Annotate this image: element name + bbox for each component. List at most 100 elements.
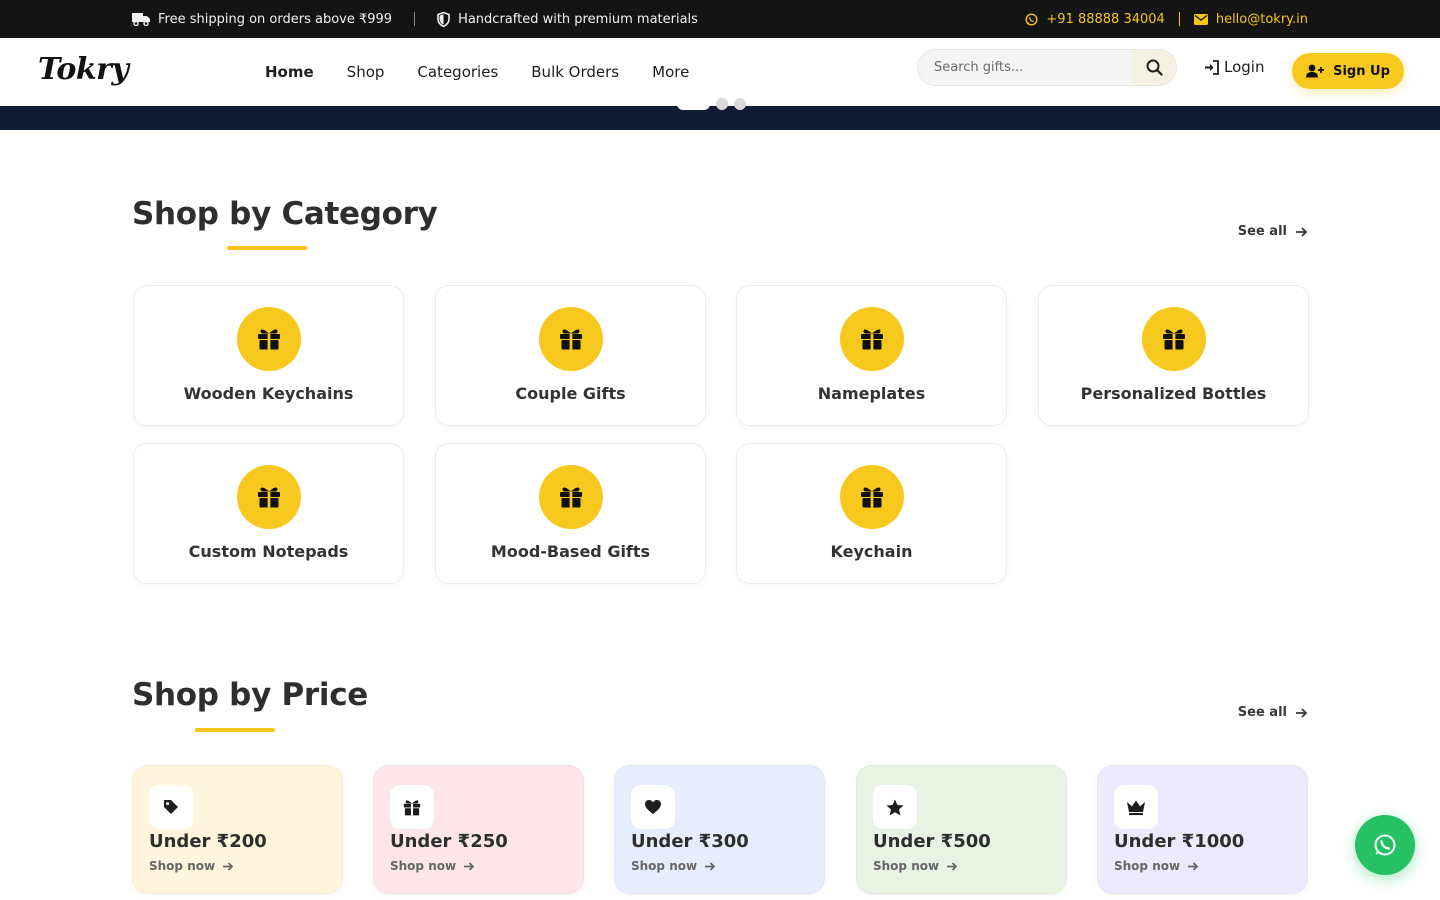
category-card-personalized-bottles[interactable]: Personalized Bottles bbox=[1038, 285, 1309, 426]
category-label: Keychain bbox=[830, 542, 913, 561]
price-card-under-1000[interactable]: Under ₹1000 Shop now bbox=[1097, 765, 1308, 894]
carousel-dots bbox=[677, 98, 746, 110]
category-label: Personalized Bottles bbox=[1080, 384, 1267, 403]
email-link[interactable]: hello@tokry.in bbox=[1193, 11, 1308, 27]
price-label: Under ₹300 bbox=[631, 831, 749, 852]
search-icon bbox=[1146, 59, 1163, 76]
shop-now-label: Shop now bbox=[149, 859, 216, 873]
category-label: Mood-Based Gifts bbox=[490, 542, 651, 561]
shipping-text: Free shipping on orders above ₹999 bbox=[158, 11, 393, 27]
divider bbox=[1178, 12, 1180, 26]
top-announcement-bar: Free shipping on orders above ₹999 Handc… bbox=[0, 0, 1440, 38]
category-card-wooden-keychains[interactable]: Wooden Keychains bbox=[133, 285, 404, 426]
shop-now-label: Shop now bbox=[1114, 859, 1181, 873]
carousel-dot-1[interactable] bbox=[677, 98, 710, 110]
category-label: Wooden Keychains bbox=[183, 384, 354, 403]
shop-now-link[interactable]: Shop now bbox=[1114, 859, 1199, 873]
category-label: Couple Gifts bbox=[515, 384, 626, 403]
arrow-right-icon bbox=[223, 861, 234, 871]
shop-now-link[interactable]: Shop now bbox=[631, 859, 716, 873]
gift-icon bbox=[539, 465, 603, 529]
price-card-under-200[interactable]: Under ₹200 Shop now bbox=[132, 765, 343, 894]
heart-icon bbox=[631, 785, 675, 829]
price-section-title: Shop by Price bbox=[132, 677, 369, 713]
category-see-all-link[interactable]: See all bbox=[1238, 224, 1308, 239]
phone-text: +91 88888 34004 bbox=[1046, 11, 1165, 27]
gift-icon bbox=[539, 307, 603, 371]
crown-icon bbox=[1114, 785, 1158, 829]
see-all-label: See all bbox=[1237, 705, 1287, 720]
envelope-icon bbox=[1193, 13, 1208, 25]
shop-now-link[interactable]: Shop now bbox=[149, 859, 234, 873]
gift-icon bbox=[390, 785, 434, 829]
price-card-under-250[interactable]: Under ₹250 Shop now bbox=[373, 765, 584, 894]
handcrafted-text: Handcrafted with premium materials bbox=[458, 11, 698, 27]
price-card-under-500[interactable]: Under ₹500 Shop now bbox=[856, 765, 1067, 894]
shop-now-link[interactable]: Shop now bbox=[873, 859, 958, 873]
search-button[interactable] bbox=[1132, 50, 1176, 85]
nav-shop[interactable]: Shop bbox=[347, 63, 385, 81]
title-underline bbox=[195, 728, 275, 732]
price-label: Under ₹500 bbox=[873, 831, 991, 852]
see-all-label: See all bbox=[1237, 224, 1287, 239]
tag-icon bbox=[149, 785, 193, 829]
phone-link[interactable]: +91 88888 34004 bbox=[1025, 11, 1165, 27]
carousel-dot-2[interactable] bbox=[716, 98, 728, 110]
price-label: Under ₹1000 bbox=[1114, 831, 1245, 852]
gift-icon bbox=[237, 465, 301, 529]
shop-now-link[interactable]: Shop now bbox=[390, 859, 475, 873]
sign-in-icon bbox=[1205, 59, 1219, 75]
nav-more[interactable]: More bbox=[652, 63, 689, 81]
main-nav: Home Shop Categories Bulk Orders More bbox=[265, 38, 689, 106]
shield-icon bbox=[437, 11, 450, 27]
nav-bulk-orders[interactable]: Bulk Orders bbox=[531, 63, 619, 81]
arrow-right-icon bbox=[1296, 226, 1308, 237]
nav-home[interactable]: Home bbox=[265, 63, 314, 81]
arrow-right-icon bbox=[1296, 707, 1308, 718]
nav-categories[interactable]: Categories bbox=[417, 63, 498, 81]
login-label: Login bbox=[1224, 58, 1265, 76]
search-box bbox=[917, 49, 1177, 86]
price-card-under-300[interactable]: Under ₹300 Shop now bbox=[614, 765, 825, 894]
category-label: Nameplates bbox=[817, 384, 926, 403]
gift-icon bbox=[1142, 307, 1206, 371]
arrow-right-icon bbox=[1188, 861, 1199, 871]
signup-label: Sign Up bbox=[1333, 63, 1390, 79]
category-card-mood-based-gifts[interactable]: Mood-Based Gifts bbox=[435, 443, 706, 584]
email-text: hello@tokry.in bbox=[1215, 11, 1308, 27]
shop-now-label: Shop now bbox=[390, 859, 457, 873]
handcrafted-info: Handcrafted with premium materials bbox=[437, 11, 698, 27]
whatsapp-icon bbox=[1025, 12, 1038, 26]
category-label: Custom Notepads bbox=[188, 542, 349, 561]
gift-icon bbox=[237, 307, 301, 371]
arrow-right-icon bbox=[705, 861, 716, 871]
star-icon bbox=[873, 785, 917, 829]
whatsapp-icon bbox=[1374, 834, 1396, 856]
logo[interactable]: Tokry bbox=[38, 52, 129, 87]
whatsapp-chat-button[interactable] bbox=[1355, 815, 1415, 875]
shop-now-label: Shop now bbox=[873, 859, 940, 873]
main-header: Tokry Home Shop Categories Bulk Orders M… bbox=[0, 38, 1440, 106]
gift-icon bbox=[840, 465, 904, 529]
category-section-title: Shop by Category bbox=[132, 196, 438, 232]
category-card-keychain[interactable]: Keychain bbox=[736, 443, 1007, 584]
price-label: Under ₹200 bbox=[149, 831, 267, 852]
category-card-nameplates[interactable]: Nameplates bbox=[736, 285, 1007, 426]
login-link[interactable]: Login bbox=[1204, 58, 1264, 76]
price-label: Under ₹250 bbox=[390, 831, 508, 852]
divider bbox=[414, 12, 416, 26]
category-card-couple-gifts[interactable]: Couple Gifts bbox=[435, 285, 706, 426]
shop-now-label: Shop now bbox=[631, 859, 698, 873]
signup-button[interactable]: Sign Up bbox=[1292, 53, 1404, 89]
arrow-right-icon bbox=[464, 861, 475, 871]
shipping-info: Free shipping on orders above ₹999 bbox=[132, 12, 392, 27]
gift-icon bbox=[840, 307, 904, 371]
title-underline bbox=[227, 246, 307, 250]
price-see-all-link[interactable]: See all bbox=[1238, 705, 1308, 720]
hero-banner-bottom bbox=[0, 98, 1440, 130]
arrow-right-icon bbox=[947, 861, 958, 871]
carousel-dot-3[interactable] bbox=[734, 98, 746, 110]
category-card-custom-notepads[interactable]: Custom Notepads bbox=[133, 443, 404, 584]
user-plus-icon bbox=[1306, 64, 1325, 78]
search-input[interactable] bbox=[918, 50, 1132, 85]
